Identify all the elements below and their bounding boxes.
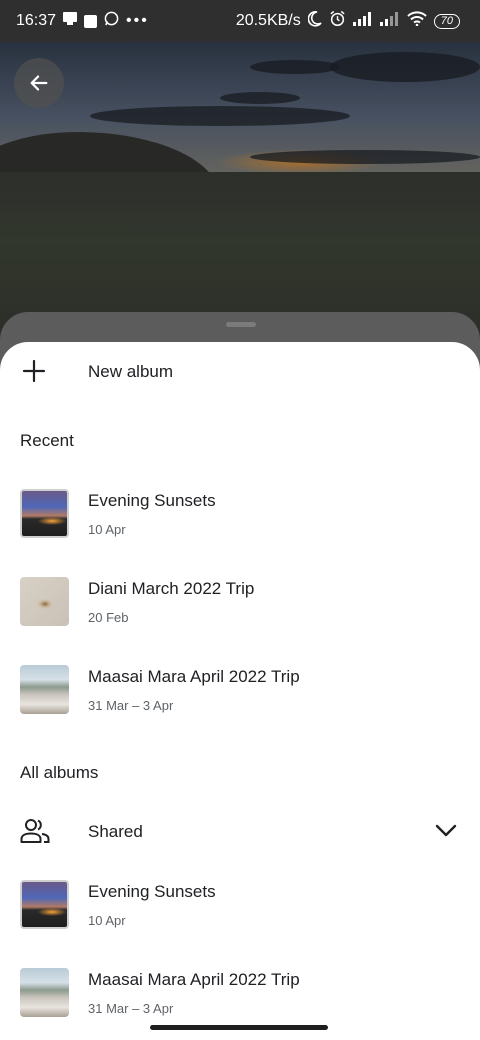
album-title: Evening Sunsets <box>88 491 216 510</box>
signal-icon <box>352 11 373 31</box>
people-icon <box>20 819 50 843</box>
signal-icon-2 <box>379 11 400 31</box>
home-indicator[interactable] <box>150 1025 328 1030</box>
album-title: Maasai Mara April 2022 Trip <box>88 667 300 686</box>
section-heading-recent: Recent <box>20 431 74 450</box>
shared-label: Shared <box>88 822 143 841</box>
new-album-button[interactable]: New album <box>0 342 480 400</box>
section-heading-all-albums: All albums <box>20 763 99 782</box>
album-title: Evening Sunsets <box>88 882 216 901</box>
album-thumbnail <box>20 577 69 626</box>
add-to-album-sheet: New album Recent Evening Sunsets 10 Apr … <box>0 342 480 1040</box>
chevron-down-icon[interactable] <box>434 821 458 841</box>
album-thumbnail <box>20 489 69 538</box>
back-button[interactable] <box>14 58 64 108</box>
album-date: 20 Feb <box>88 610 129 625</box>
moon-icon <box>307 10 322 32</box>
battery-icon: 70 <box>433 13 460 29</box>
album-date: 10 Apr <box>88 522 126 537</box>
album-thumbnail <box>20 968 69 1017</box>
album-date: 31 Mar – 3 Apr <box>88 1001 174 1016</box>
plus-icon <box>22 359 46 383</box>
new-album-label: New album <box>88 362 174 381</box>
album-title: Maasai Mara April 2022 Trip <box>88 970 300 989</box>
wifi-icon <box>407 11 427 31</box>
album-item[interactable]: Maasai Mara April 2022 Trip 31 Mar – 3 A… <box>0 958 480 1028</box>
album-thumbnail <box>20 880 69 929</box>
album-date: 31 Mar – 3 Apr <box>88 698 174 713</box>
album-item[interactable]: Evening Sunsets 10 Apr <box>0 870 480 940</box>
whatsapp-icon <box>104 11 119 31</box>
shared-albums-row[interactable]: Shared <box>0 801 480 861</box>
status-time: 16:37 <box>16 12 57 29</box>
arrow-left-icon <box>30 75 48 91</box>
more-dots-icon: ••• <box>126 12 149 29</box>
notification-icon <box>84 14 98 28</box>
status-bar: 16:37 ••• 20.5KB/s 70 <box>0 0 480 42</box>
album-item[interactable]: Maasai Mara April 2022 Trip 31 Mar – 3 A… <box>0 655 480 725</box>
album-date: 10 Apr <box>88 913 126 928</box>
album-item[interactable]: Diani March 2022 Trip 20 Feb <box>0 567 480 637</box>
network-speed: 20.5KB/s <box>235 12 301 29</box>
album-thumbnail <box>20 665 69 714</box>
screen-record-icon <box>63 12 78 30</box>
album-title: Diani March 2022 Trip <box>88 579 255 598</box>
drag-handle[interactable] <box>226 322 256 327</box>
alarm-icon <box>329 10 346 32</box>
album-item[interactable]: Evening Sunsets 10 Apr <box>0 479 480 549</box>
photo-background <box>0 42 480 342</box>
